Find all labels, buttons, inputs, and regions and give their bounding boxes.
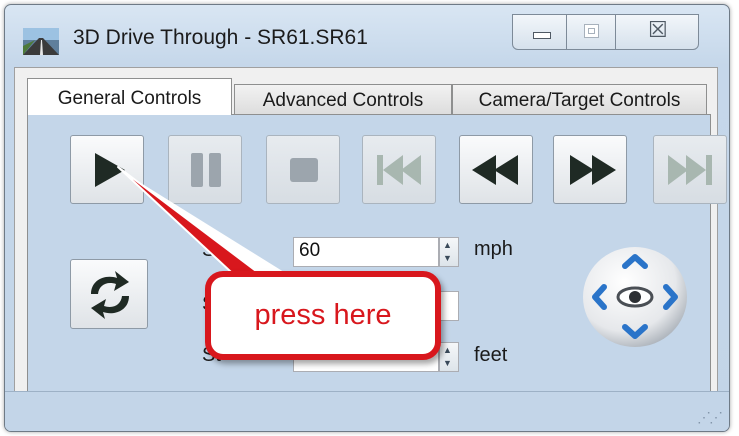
skip-start-icon: [377, 155, 421, 185]
drive-through-window: 3D Drive Through - SR61.SR61 ☒ General C…: [4, 4, 730, 432]
play-button[interactable]: [70, 135, 144, 204]
tab-general-controls[interactable]: General Controls: [27, 78, 232, 115]
go-to-start-button[interactable]: [362, 135, 436, 204]
spin-up-icon: ▲: [443, 345, 452, 355]
minimize-icon: [533, 32, 551, 39]
skip-end-icon: [668, 155, 712, 185]
app-road-icon: [23, 28, 59, 55]
fast-forward-icon: [570, 155, 616, 185]
refresh-icon: [91, 271, 129, 319]
go-to-end-button[interactable]: [653, 135, 727, 204]
window-title: 3D Drive Through - SR61.SR61: [73, 26, 368, 49]
rewind-button[interactable]: [459, 135, 533, 204]
rewind-icon: [472, 155, 518, 185]
step-spinner[interactable]: ▲ ▼: [439, 342, 459, 372]
tab-advanced-controls[interactable]: Advanced Controls: [234, 84, 452, 116]
annotation-text: press here: [254, 299, 392, 331]
maximize-button[interactable]: [566, 14, 616, 50]
stop-button[interactable]: [266, 135, 340, 204]
pause-icon: [191, 153, 221, 187]
tab-camera-target-controls[interactable]: Camera/Target Controls: [452, 84, 707, 116]
fast-forward-button[interactable]: [553, 135, 627, 204]
speed-unit: mph: [474, 238, 513, 260]
refresh-button[interactable]: [70, 259, 148, 329]
speed-spinner[interactable]: ▲ ▼: [439, 237, 459, 267]
resize-grip-icon[interactable]: ⋰⋰: [697, 409, 723, 426]
spin-up-icon: ▲: [443, 240, 452, 250]
spin-down-icon: ▼: [443, 253, 452, 263]
close-icon: ☒: [648, 17, 668, 42]
speed-label: Spe: [202, 239, 238, 261]
status-bar: ⋰⋰: [5, 391, 729, 431]
maximize-icon: [584, 24, 599, 38]
client-area: General Controls Advanced Controls Camer…: [14, 67, 727, 417]
close-button[interactable]: ☒: [615, 14, 699, 50]
title-bar[interactable]: 3D Drive Through - SR61.SR61 ☒: [5, 5, 729, 67]
spin-down-icon: ▼: [443, 358, 452, 368]
speed-input[interactable]: 60: [293, 237, 439, 267]
play-icon: [95, 153, 125, 187]
eye-icon: [616, 286, 654, 308]
stop-icon: [290, 158, 318, 182]
pause-button[interactable]: [168, 135, 242, 204]
annotation-callout: press here: [205, 271, 441, 360]
minimize-button[interactable]: [512, 14, 567, 50]
step-unit: feet: [474, 344, 508, 366]
camera-nav-pad[interactable]: [581, 245, 689, 349]
